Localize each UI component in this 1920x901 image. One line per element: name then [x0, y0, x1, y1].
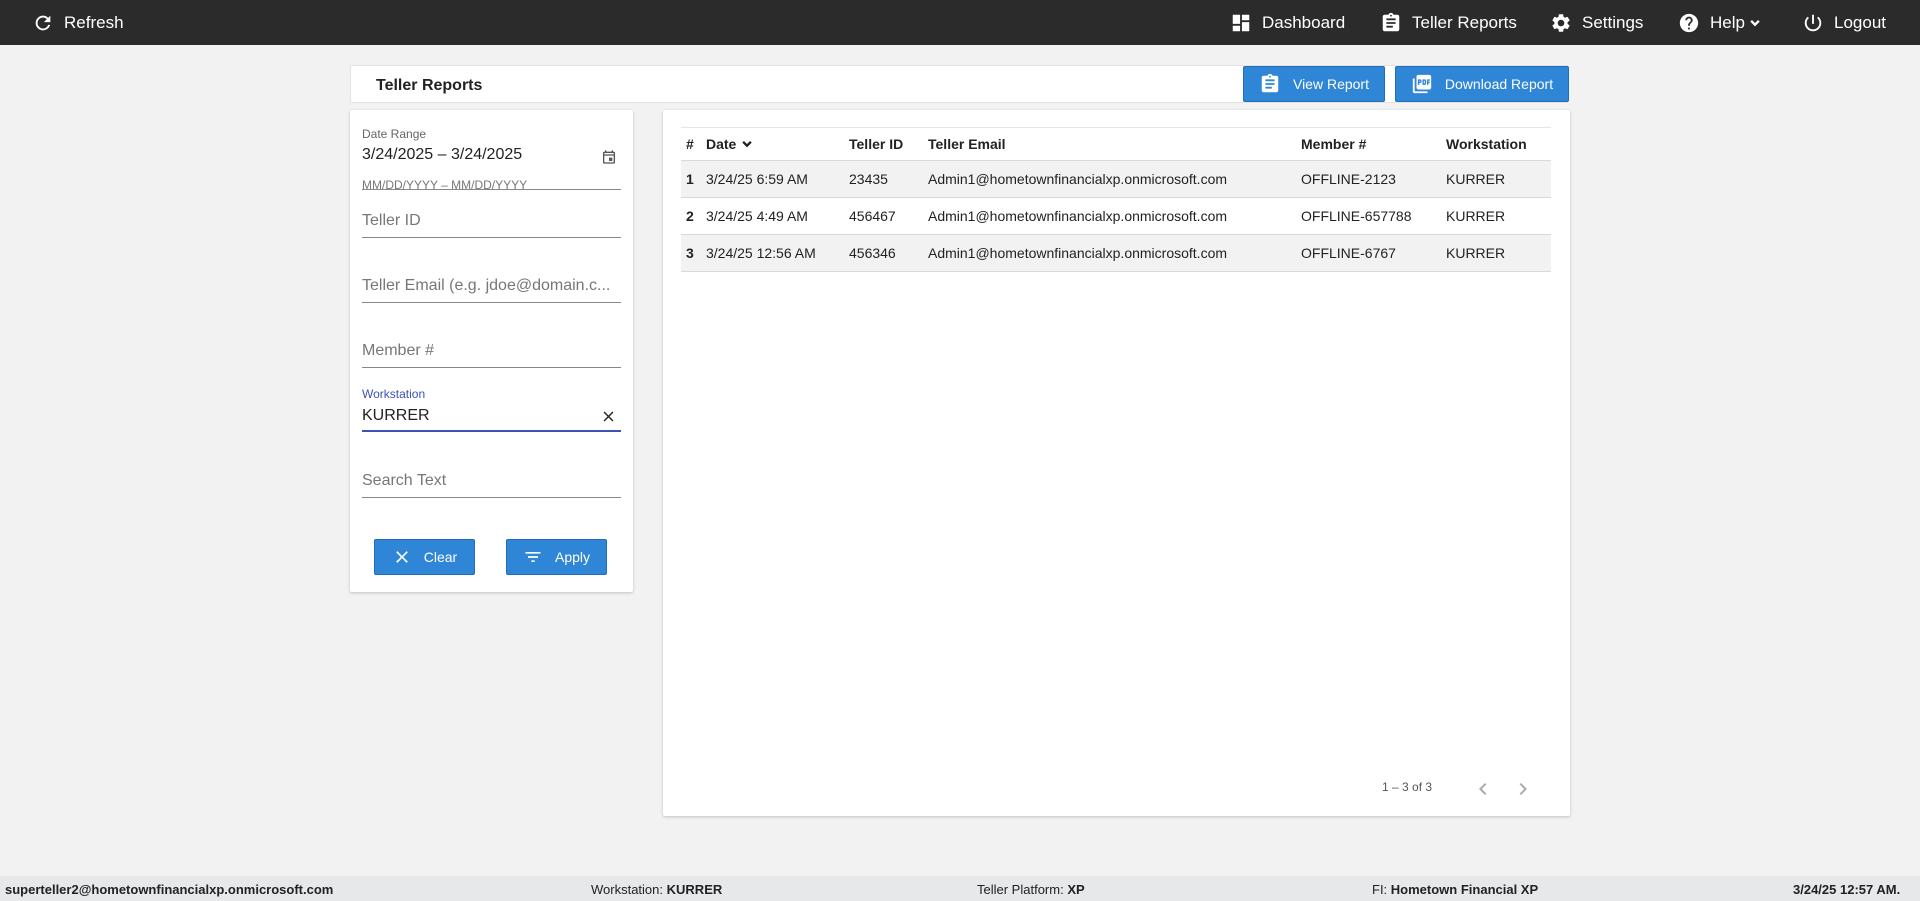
apply-label: Apply	[554, 549, 591, 565]
download-report-button[interactable]: Download Report	[1395, 66, 1569, 102]
row-member: OFFLINE-2123	[1301, 171, 1396, 187]
footer-platform-label: Teller Platform:	[977, 882, 1064, 897]
nav-help[interactable]: Help	[1678, 0, 1763, 45]
teller-email-input[interactable]: Teller Email (e.g. jdoe@domain.c...	[362, 277, 621, 295]
footer-datetime: 3/24/25 12:57 AM.	[1793, 882, 1901, 897]
workstation-label: Workstation	[362, 387, 426, 401]
row-email: Admin1@hometownfinancialxp.onmicrosoft.c…	[928, 171, 1228, 187]
table-row[interactable]: 2 3/24/25 4:49 AM 456467 Admin1@hometown…	[681, 198, 1551, 235]
footer-workstation: Workstation: KURRER	[591, 882, 722, 897]
close-icon	[395, 551, 408, 563]
chevron-down-icon	[1750, 19, 1760, 26]
clear-label: Clear	[423, 549, 458, 565]
row-member: OFFLINE-6767	[1301, 245, 1396, 261]
date-range-field[interactable]: Date Range 3/24/2025 – 3/24/2025	[362, 127, 621, 190]
nav-help-label: Help	[1710, 12, 1745, 32]
workstation-input[interactable]: KURRER	[362, 407, 621, 425]
filter-panel: Date Range 3/24/2025 – 3/24/2025 MM/DD/Y…	[350, 110, 633, 592]
page-header: Teller Reports	[350, 65, 1568, 103]
pagination-range: 1 – 3 of 3	[1382, 780, 1433, 794]
clear-button[interactable]: Clear	[374, 539, 475, 575]
row-email: Admin1@hometownfinancialxp.onmicrosoft.c…	[928, 245, 1228, 261]
status-footer: superteller2@hometownfinancialxp.onmicro…	[0, 876, 1920, 901]
row-teller-id: 23435	[849, 171, 888, 187]
help-icon	[1679, 13, 1699, 32]
results-panel: # Date Teller ID Teller Email Member # W…	[663, 110, 1570, 816]
page-title: Teller Reports	[376, 77, 483, 94]
row-member: OFFLINE-657788	[1301, 208, 1412, 224]
teller-id-input[interactable]: Teller ID	[362, 212, 621, 230]
nav-teller-reports[interactable]: Teller Reports	[1380, 0, 1517, 45]
refresh-icon	[35, 15, 51, 30]
nav-settings-label: Settings	[1582, 12, 1644, 32]
chevron-left-icon[interactable]	[1471, 777, 1495, 801]
nav-dashboard-label: Dashboard	[1262, 12, 1346, 32]
refresh-button[interactable]: Refresh	[32, 0, 124, 45]
date-format-hint: MM/DD/YYYY – MM/DD/YYYY	[362, 178, 528, 192]
row-num: 2	[686, 208, 694, 224]
nav-dashboard[interactable]: Dashboard	[1230, 0, 1345, 45]
table-row[interactable]: 3 3/24/25 12:56 AM 456346 Admin1@hometow…	[681, 235, 1551, 272]
nav-teller-reports-label: Teller Reports	[1412, 12, 1517, 32]
row-date: 3/24/25 4:49 AM	[706, 208, 808, 224]
search-input[interactable]: Search Text	[362, 472, 621, 490]
footer-platform: Teller Platform: XP	[977, 882, 1085, 897]
pdf-icon	[1412, 74, 1432, 94]
dashboard-icon	[1232, 14, 1250, 31]
row-email: Admin1@hometownfinancialxp.onmicrosoft.c…	[928, 208, 1228, 224]
apply-button[interactable]: Apply	[506, 539, 607, 575]
footer-user: superteller2@hometownfinancialxp.onmicro…	[5, 882, 334, 897]
workstation-field[interactable]: Workstation KURRER	[362, 387, 621, 435]
nav-settings[interactable]: Settings	[1550, 0, 1643, 45]
col-member-header[interactable]: Member #	[1301, 128, 1366, 160]
row-num: 1	[686, 171, 694, 187]
date-range-label: Date Range	[362, 127, 427, 141]
col-teller-id-header[interactable]: Teller ID	[849, 128, 903, 160]
col-date-label: Date	[706, 136, 737, 152]
row-teller-id: 456346	[849, 245, 896, 261]
teller-id-field[interactable]: Teller ID	[362, 212, 621, 246]
footer-platform-value: XP	[1067, 882, 1085, 897]
footer-workstation-label: Workstation:	[591, 882, 664, 897]
clipboard-icon	[1382, 12, 1400, 31]
footer-fi: FI: Hometown Financial XP	[1372, 882, 1538, 897]
footer-fi-label: FI:	[1372, 882, 1388, 897]
teller-email-field[interactable]: Teller Email (e.g. jdoe@domain.c...	[362, 277, 621, 311]
view-report-label: View Report	[1292, 76, 1369, 92]
footer-fi-value: Hometown Financial XP	[1390, 882, 1539, 897]
power-icon	[1804, 14, 1822, 31]
sort-desc-icon	[742, 141, 753, 148]
download-report-label: Download Report	[1444, 76, 1554, 92]
view-report-button[interactable]: View Report	[1243, 66, 1385, 102]
clipboard-icon	[1261, 73, 1279, 93]
nav-logout[interactable]: Logout	[1802, 0, 1886, 45]
refresh-label: Refresh	[64, 12, 124, 32]
row-date: 3/24/25 6:59 AM	[706, 171, 808, 187]
member-input[interactable]: Member #	[362, 342, 621, 360]
row-num: 3	[686, 245, 694, 261]
date-range-value: 3/24/2025 – 3/24/2025	[362, 146, 523, 163]
filter-icon	[525, 552, 541, 562]
nav-logout-label: Logout	[1834, 12, 1886, 32]
row-workstation: KURRER	[1446, 245, 1506, 261]
table-row[interactable]: 1 3/24/25 6:59 AM 23435 Admin1@hometownf…	[681, 161, 1551, 198]
col-teller-email-header[interactable]: Teller Email	[928, 128, 1006, 160]
table-header: # Date Teller ID Teller Email Member # W…	[681, 128, 1551, 161]
search-field[interactable]: Search Text	[362, 472, 621, 506]
col-workstation-header[interactable]: Workstation	[1446, 128, 1527, 160]
col-num-header: #	[686, 136, 694, 152]
row-workstation: KURRER	[1446, 171, 1506, 187]
top-nav-bar: Refresh Dashboard Teller Reports Setting…	[0, 0, 1920, 45]
footer-workstation-value: KURRER	[666, 882, 723, 897]
member-field[interactable]: Member #	[362, 342, 621, 376]
results-table: # Date Teller ID Teller Email Member # W…	[681, 127, 1551, 272]
col-date-header[interactable]: Date	[706, 128, 755, 160]
row-date: 3/24/25 12:56 AM	[706, 245, 816, 261]
close-icon[interactable]	[600, 408, 617, 425]
row-workstation: KURRER	[1446, 208, 1506, 224]
chevron-right-icon[interactable]	[1511, 777, 1535, 801]
calendar-icon[interactable]	[601, 149, 617, 165]
gear-icon	[1552, 13, 1570, 32]
row-teller-id: 456467	[849, 208, 896, 224]
